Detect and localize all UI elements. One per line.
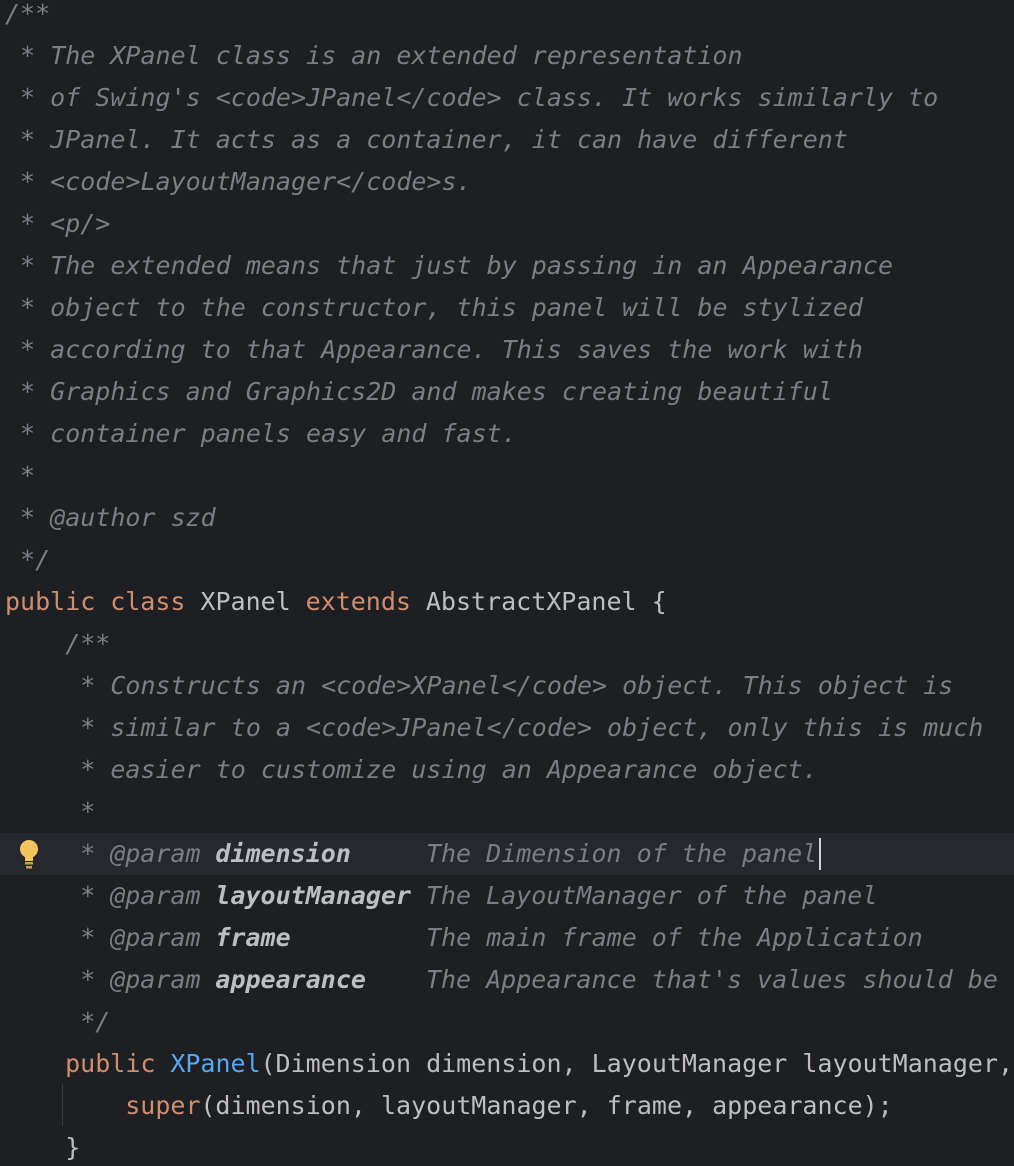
code-token-docparam: frame — [215, 923, 291, 952]
code-token-doc: The main frame of the Application — [290, 923, 923, 952]
code-token-doc: * — [5, 923, 111, 952]
code-line[interactable]: * of Swing's <code>JPanel</code> class. … — [0, 77, 1014, 119]
code-token-docparam: layoutManager — [215, 881, 412, 910]
code-line[interactable]: * @param frame The main frame of the App… — [0, 917, 1014, 959]
code-token-doc: * — [5, 461, 36, 490]
code-token-doctag: @param — [110, 881, 201, 910]
code-line[interactable]: * similar to a <code>JPanel</code> objec… — [0, 707, 1014, 749]
code-line[interactable]: * object to the constructor, this panel … — [0, 287, 1014, 329]
code-token-doc: The LayoutManager of the panel — [410, 881, 878, 910]
code-line[interactable]: * <p/> — [0, 203, 1014, 245]
code-line[interactable]: /** — [0, 623, 1014, 665]
code-line[interactable]: * @param appearance The Appearance that'… — [0, 959, 1014, 1001]
code-token-doc: * object to the constructor, this panel … — [5, 293, 863, 322]
code-token-doc: * — [5, 965, 111, 994]
text-caret — [818, 838, 821, 870]
code-token-doc: * JPanel. It acts as a container, it can… — [5, 125, 848, 154]
code-token-doc: * The XPanel class is an extended repres… — [5, 41, 743, 70]
code-token-doc: * The extended means that just by passin… — [5, 251, 894, 280]
code-token-doc: * similar to a <code>JPanel</code> objec… — [5, 713, 984, 742]
code-token-doc: The Dimension of the panel — [350, 839, 818, 868]
code-token-plain: } — [5, 1133, 81, 1162]
code-token-kw: extends — [305, 587, 411, 616]
code-token-doc: * of Swing's <code>JPanel</code> class. … — [5, 83, 939, 112]
code-token-doc — [200, 917, 215, 959]
code-token-kw: super — [125, 1091, 201, 1120]
code-token-doc: * — [5, 881, 111, 910]
code-line[interactable]: /** — [0, 0, 1014, 35]
code-token-doc: * Graphics and Graphics2D and makes crea… — [5, 377, 833, 406]
code-token-doc: /** — [5, 0, 51, 28]
code-token-kw: class — [110, 587, 186, 616]
code-token-doc: /** — [5, 629, 111, 658]
code-token-doc: * container panels easy and fast. — [5, 419, 517, 448]
lightbulb-icon[interactable] — [18, 838, 40, 870]
code-token-doctag: @param — [110, 923, 201, 952]
code-token-doc — [200, 875, 215, 917]
code-token-plain: (dimension, layoutManager, frame, appear… — [200, 1091, 893, 1120]
code-editor[interactable]: /** * The XPanel class is an extended re… — [0, 0, 1014, 1166]
code-line[interactable]: public class XPanel extends AbstractXPan… — [0, 581, 1014, 623]
code-line[interactable]: */ — [0, 539, 1014, 581]
code-line[interactable]: * @author szd — [0, 497, 1014, 539]
code-token-doc: */ — [5, 545, 51, 574]
indent-guide — [62, 1084, 63, 1126]
code-line[interactable]: * Constructs an <code>XPanel</code> obje… — [0, 665, 1014, 707]
code-token-doctag: @param — [110, 839, 201, 868]
code-token-doc — [200, 833, 215, 875]
code-line[interactable]: * — [0, 791, 1014, 833]
code-line[interactable]: */ — [0, 1001, 1014, 1043]
code-token-doc — [200, 959, 215, 1001]
code-line[interactable]: public XPanel (Dimension dimension, Layou… — [0, 1043, 1014, 1085]
code-line[interactable]: * @param layoutManager The LayoutManager… — [0, 875, 1014, 917]
code-token-doc: * <p/> — [5, 209, 111, 238]
code-token-docparam: dimension — [215, 839, 351, 868]
code-token-kw: public — [5, 587, 96, 616]
code-line[interactable]: * Graphics and Graphics2D and makes crea… — [0, 371, 1014, 413]
code-token-plain: XPanel — [185, 587, 306, 616]
code-token-kw: public — [65, 1049, 156, 1078]
code-token-doc: * — [5, 797, 96, 826]
code-token-doc: * according to that Appearance. This sav… — [5, 335, 863, 364]
code-token-plain: AbstractXPanel { — [410, 587, 667, 616]
code-line[interactable]: * easier to customize using an Appearanc… — [0, 749, 1014, 791]
code-line[interactable]: * container panels easy and fast. — [0, 413, 1014, 455]
code-token-ctor: XPanel — [170, 1049, 261, 1078]
code-token-docparam: appearance — [215, 965, 366, 994]
code-line[interactable]: super (dimension, layoutManager, frame, a… — [0, 1085, 1014, 1127]
code-line[interactable]: * according to that Appearance. This sav… — [0, 329, 1014, 371]
code-line[interactable]: * JPanel. It acts as a container, it can… — [0, 119, 1014, 161]
code-line[interactable]: * The XPanel class is an extended repres… — [0, 35, 1014, 77]
code-token-doctag: @param — [110, 965, 201, 994]
code-token-plain: (Dimension dimension, LayoutManager layo… — [260, 1049, 1014, 1078]
code-line[interactable]: * — [0, 455, 1014, 497]
code-token-doc: * @author szd — [5, 503, 216, 532]
code-token-doc: * easier to customize using an Appearanc… — [5, 755, 818, 784]
code-token-doc: The Appearance that's values should be — [365, 965, 998, 994]
code-token-doc: * Constructs an <code>XPanel</code> obje… — [5, 671, 954, 700]
code-line[interactable]: * The extended means that just by passin… — [0, 245, 1014, 287]
code-line-current[interactable]: * @param dimension The Dimension of the … — [0, 833, 1014, 875]
code-line[interactable]: } — [0, 1127, 1014, 1166]
code-token-doc: */ — [5, 1007, 111, 1036]
code-line[interactable]: * <code>LayoutManager</code>s. — [0, 161, 1014, 203]
code-token-doc: * <code>LayoutManager</code>s. — [5, 167, 472, 196]
